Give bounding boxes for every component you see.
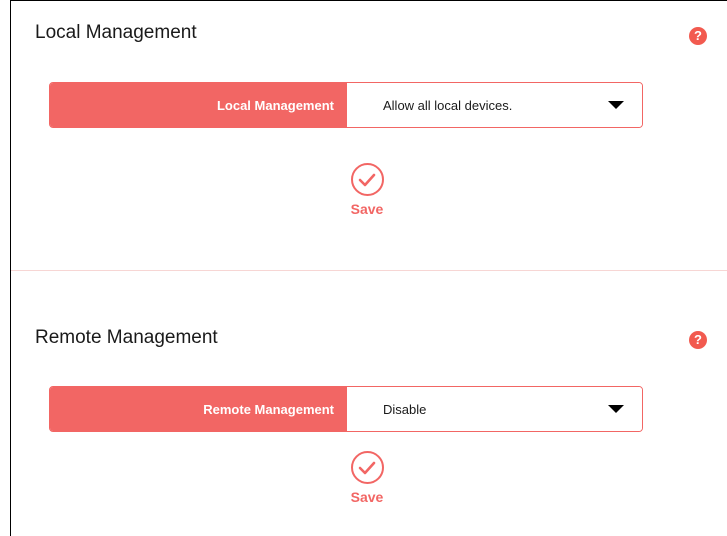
remote-management-select[interactable]: Disable [347,387,642,431]
chevron-down-icon [608,101,624,109]
local-management-section: Local Management ? Local Management Allo… [11,0,727,270]
remote-management-section: Remote Management ? Remote Management Di… [11,271,727,536]
remote-help-icon[interactable]: ? [689,331,707,349]
local-management-title: Local Management [35,22,197,43]
checkmark-icon [350,163,384,196]
local-management-select-value: Allow all local devices. [383,97,513,113]
remote-save-label: Save [350,489,384,505]
local-save-button[interactable]: Save [344,163,390,217]
local-help-icon[interactable]: ? [689,27,707,45]
remote-save-button[interactable]: Save [344,451,390,505]
local-management-field: Local Management Allow all local devices… [49,82,643,128]
local-save-label: Save [350,201,384,217]
checkmark-icon [350,451,384,484]
remote-management-label: Remote Management [50,387,347,431]
remote-management-title: Remote Management [35,327,218,348]
chevron-down-icon [608,405,624,413]
remote-management-field: Remote Management Disable [49,386,643,432]
remote-management-select-value: Disable [383,401,427,417]
local-management-select[interactable]: Allow all local devices. [347,83,642,127]
local-management-label: Local Management [50,83,347,127]
